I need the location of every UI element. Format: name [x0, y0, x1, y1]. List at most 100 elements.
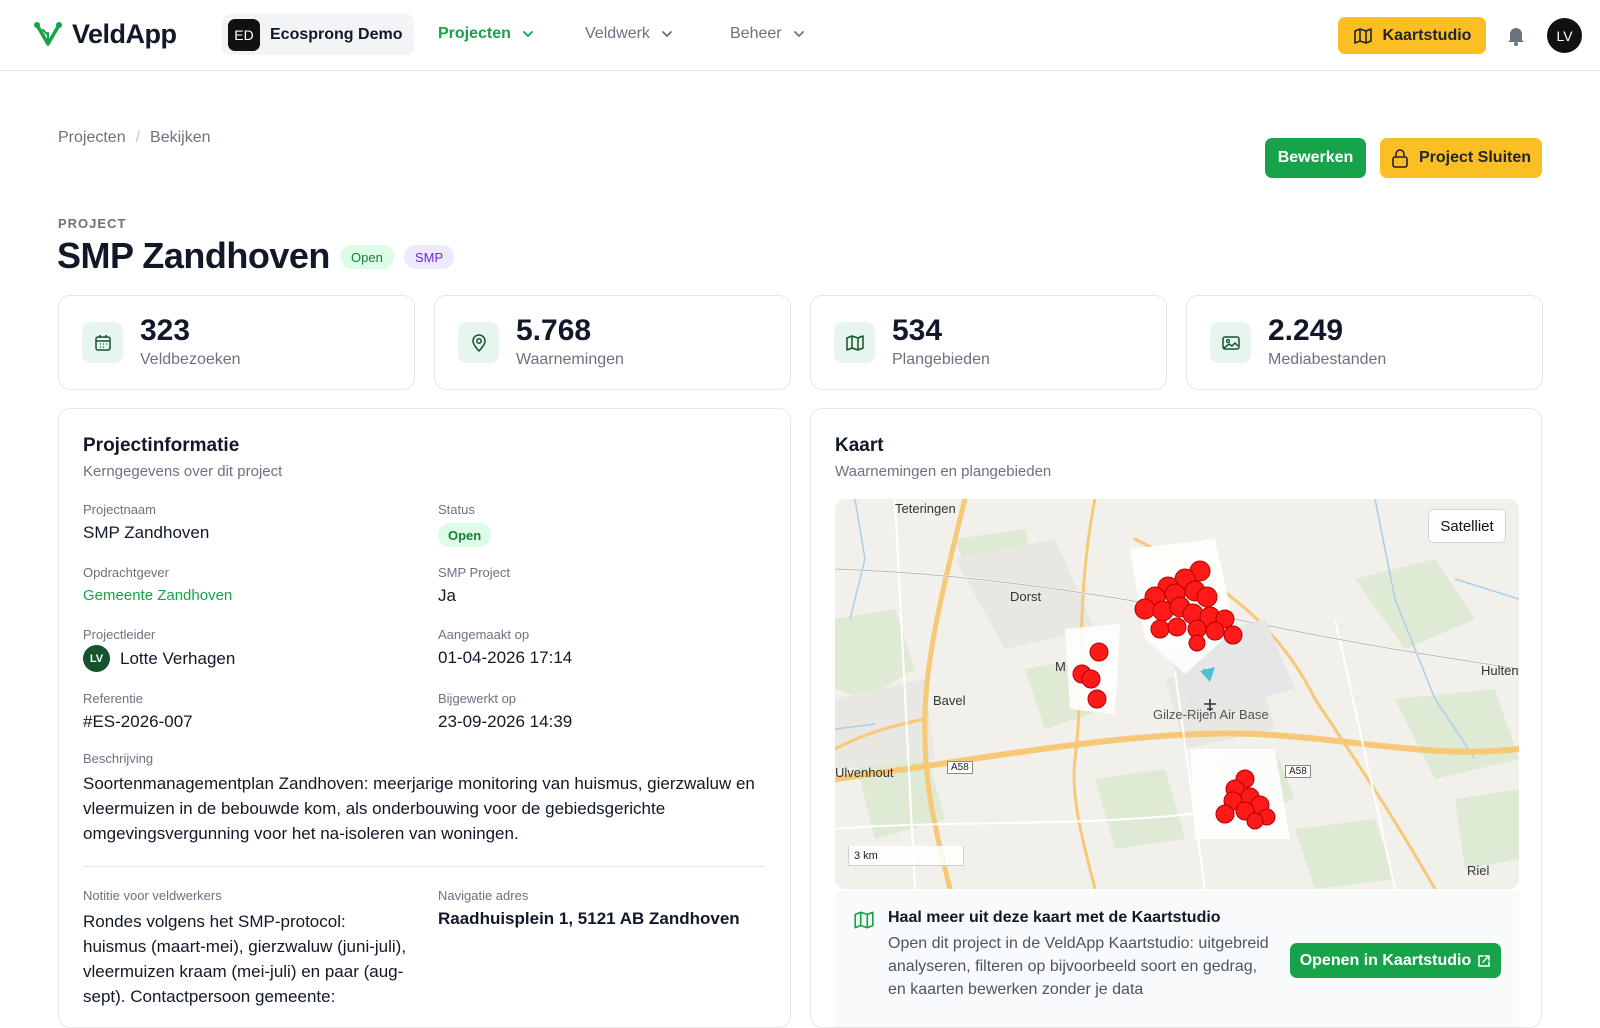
- stat-value: 323: [140, 314, 191, 347]
- field-label-smp: SMP Project: [438, 565, 511, 580]
- stat-label: Mediabestanden: [1268, 351, 1387, 368]
- organization-switcher[interactable]: ED Ecosprong Demo: [222, 14, 415, 55]
- kaartstudio-button[interactable]: Kaartstudio: [1338, 17, 1486, 54]
- stat-label: Waarnemingen: [516, 351, 624, 368]
- project-info-panel: Projectinformatie Kerngegevens over dit …: [58, 408, 791, 1028]
- field-label-notitie: Notitie voor veldwerkers: [83, 888, 222, 903]
- close-project-label: Project Sluiten: [1418, 149, 1532, 166]
- map-panel: Kaart Waarnemingen en plangebieden Teter…: [810, 408, 1542, 1028]
- project-description: Soortenmanagementplan Zandhoven: meerjar…: [83, 774, 755, 843]
- divider: [83, 866, 765, 867]
- status-badge: Open: [340, 245, 394, 269]
- field-value-bijgewerkt: 23-09-2026 14:39: [438, 712, 573, 731]
- nav-label: Projecten: [438, 25, 511, 42]
- nav-label: Beheer: [730, 25, 782, 42]
- org-name: Ecosprong Demo: [270, 25, 403, 43]
- veldapp-logo-icon: [34, 22, 62, 46]
- map-icon: [1353, 27, 1372, 44]
- map-place-label: Dorst: [1010, 589, 1042, 604]
- nav-projecten[interactable]: Projecten: [438, 25, 535, 43]
- top-navigation: VeldApp ED Ecosprong Demo Projecten Veld…: [0, 0, 1600, 71]
- stat-value: 2.249: [1268, 314, 1344, 347]
- satellite-toggle-button[interactable]: Satelliet: [1428, 509, 1506, 543]
- lock-icon: [1392, 149, 1408, 168]
- stat-value: 534: [892, 314, 943, 347]
- road-label: A58: [1285, 765, 1311, 778]
- field-value-projectnaam: SMP Zandhoven: [83, 523, 210, 542]
- kaartstudio-promo: Haal meer uit deze kaart met de Kaartstu…: [835, 891, 1519, 1027]
- field-label-opdrachtgever: Opdrachtgever: [83, 565, 169, 580]
- nav-beheer[interactable]: Beheer: [730, 25, 806, 43]
- chevron-down-icon: [523, 31, 533, 38]
- status-badge: Open: [438, 523, 492, 547]
- field-value-referentie: #ES-2026-007: [83, 712, 193, 731]
- chevron-down-icon: [662, 31, 672, 38]
- field-value-aangemaakt: 01-04-2026 17:14: [438, 648, 573, 667]
- project-lead: LV Lotte Verhagen: [83, 645, 235, 672]
- map-place-label: Hulten: [1481, 663, 1519, 678]
- stat-card-waarnemingen: 5.768 Waarnemingen: [434, 295, 791, 390]
- map-place-label: Riel: [1467, 863, 1490, 878]
- panel-subtitle: Kerngegevens over dit project: [83, 463, 283, 480]
- field-label-beschrijving: Beschrijving: [83, 751, 154, 766]
- kaartstudio-label: Kaartstudio: [1382, 26, 1472, 44]
- org-badge: ED: [228, 18, 260, 51]
- project-map[interactable]: Teteringen Dorst Bavel Hulten Gilze-Rije…: [835, 499, 1519, 889]
- type-badge: SMP: [404, 245, 455, 269]
- breadcrumb-projecten[interactable]: Projecten: [58, 129, 126, 147]
- bell-icon[interactable]: [1505, 24, 1527, 46]
- navigation-address: Raadhuisplein 1, 5121 AB Zandhoven: [438, 909, 740, 928]
- map-pin-icon: [458, 322, 499, 363]
- field-label-projectleider: Projectleider: [83, 627, 156, 642]
- nav-label: Veldwerk: [585, 25, 650, 42]
- field-label-bijgewerkt: Bijgewerkt op: [438, 691, 517, 706]
- panel-title: Kaart: [835, 435, 884, 456]
- stat-value: 5.768: [516, 314, 592, 347]
- image-icon: [1210, 322, 1251, 363]
- calendar-icon: [82, 322, 123, 363]
- external-link-icon: [1478, 954, 1491, 967]
- road-label: A58: [947, 761, 973, 774]
- stat-label: Plangebieden: [892, 351, 990, 368]
- map-place-label: Gilze-Rijen Air Base: [1153, 707, 1269, 722]
- open-kaartstudio-label: Openen in Kaartstudio: [1299, 951, 1472, 969]
- open-kaartstudio-button[interactable]: Openen in Kaartstudio: [1290, 943, 1501, 978]
- page-title: SMP Zandhoven: [57, 235, 330, 276]
- promo-title: Haal meer uit deze kaart met de Kaartstu…: [888, 909, 1221, 926]
- field-label-projectnaam: Projectnaam: [83, 502, 156, 517]
- breadcrumb-bekijken: Bekijken: [150, 129, 211, 146]
- map-scale: 3 km: [848, 846, 964, 866]
- map-place-label: M: [1055, 659, 1066, 674]
- app-name: VeldApp: [72, 18, 177, 49]
- stat-card-plangebieden: 534 Plangebieden: [810, 295, 1167, 390]
- stat-label: Veldbezoeken: [140, 351, 241, 368]
- panel-title: Projectinformatie: [83, 435, 240, 456]
- map-place-label: Bavel: [933, 693, 966, 708]
- field-label-referentie: Referentie: [83, 691, 143, 706]
- user-avatar[interactable]: LV: [1547, 18, 1582, 53]
- breadcrumb: Projecten / Bekijken: [58, 129, 211, 147]
- field-label-aangemaakt: Aangemaakt op: [438, 627, 530, 642]
- breadcrumb-separator: /: [135, 129, 141, 146]
- project-lead-name: Lotte Verhagen: [120, 648, 236, 668]
- field-label-navigatie: Navigatie adres: [438, 888, 529, 903]
- map-icon: [834, 322, 875, 363]
- app-logo[interactable]: VeldApp: [32, 18, 177, 50]
- field-label-status: Status: [438, 502, 475, 517]
- stat-card-veldbezoeken: 323 Veldbezoeken: [58, 295, 415, 390]
- panel-subtitle: Waarnemingen en plangebieden: [835, 463, 1052, 480]
- chevron-down-icon: [793, 31, 804, 38]
- fieldworker-note: Rondes volgens het SMP-protocol: huismus…: [83, 912, 407, 1006]
- map-icon: [854, 911, 874, 929]
- promo-text: Open dit project in de VeldApp Kaartstud…: [888, 935, 1269, 998]
- page-eyebrow: PROJECT: [58, 216, 127, 231]
- map-place-label: Teteringen: [895, 501, 956, 516]
- stat-card-mediabestanden: 2.249 Mediabestanden: [1186, 295, 1543, 390]
- close-project-button[interactable]: Project Sluiten: [1380, 138, 1542, 178]
- field-value-smp: Ja: [438, 586, 456, 605]
- edit-button[interactable]: Bewerken: [1265, 138, 1366, 178]
- client-link[interactable]: Gemeente Zandhoven: [83, 587, 232, 604]
- avatar: LV: [83, 645, 110, 672]
- nav-veldwerk[interactable]: Veldwerk: [585, 25, 674, 43]
- map-place-label: Ulvenhout: [835, 765, 894, 780]
